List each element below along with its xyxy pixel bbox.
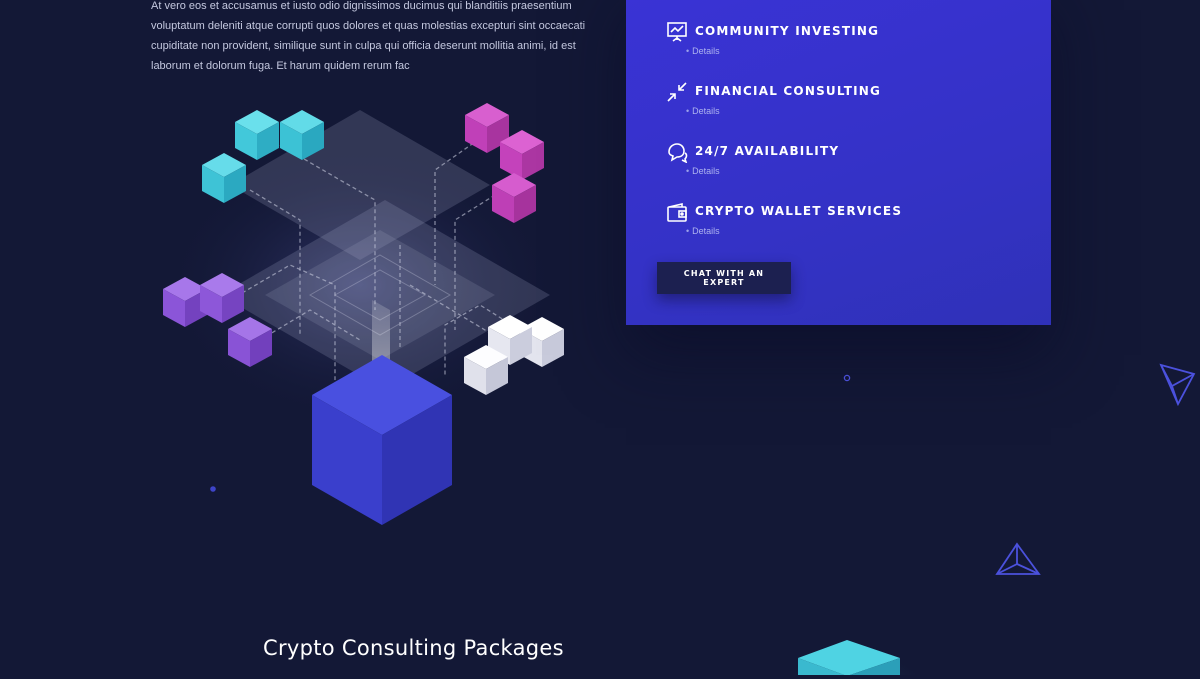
intro-line-1: At vero eos et accusamus et iusto odio d… [151, 0, 572, 12]
service-title: CRYPTO WALLET SERVICES [695, 204, 903, 218]
polyhedron-outline-icon [1158, 362, 1198, 412]
service-details-link[interactable]: • Details [686, 166, 720, 176]
cyan-cube-partial-icon [787, 630, 920, 679]
wallet-icon [666, 201, 688, 223]
arrows-compress-icon [666, 81, 688, 103]
presentation-chart-icon [666, 21, 688, 43]
decorative-dot-icon [843, 367, 851, 386]
service-details-link[interactable]: • Details [686, 226, 720, 236]
service-title: FINANCIAL CONSULTING [695, 84, 882, 98]
intro-line-2: voluptatum deleniti atque corrupti quos … [151, 20, 586, 32]
services-panel: COMMUNITY INVESTING • Details FINANCIAL C… [626, 0, 1051, 325]
service-title: 24/7 AVAILABILITY [695, 144, 840, 158]
intro-line-3: cupiditate non provident, similique sunt… [151, 40, 576, 52]
chat-with-expert-button[interactable]: CHAT WITH AN EXPERT [657, 262, 791, 294]
service-details-link[interactable]: • Details [686, 46, 720, 56]
section-title: Crypto Consulting Packages [263, 636, 564, 660]
service-details-link[interactable]: • Details [686, 106, 720, 116]
blockchain-illustration [150, 95, 590, 535]
decorative-dot-icon [209, 478, 217, 497]
intro-paragraph: At vero eos et accusamus et iusto odio d… [151, 0, 591, 76]
intro-line-4: laborum et dolorum fuga. Et harum quidem… [151, 60, 410, 72]
chat-bubbles-icon [666, 141, 688, 163]
service-title: COMMUNITY INVESTING [695, 24, 880, 38]
pyramid-outline-icon [995, 542, 1041, 582]
